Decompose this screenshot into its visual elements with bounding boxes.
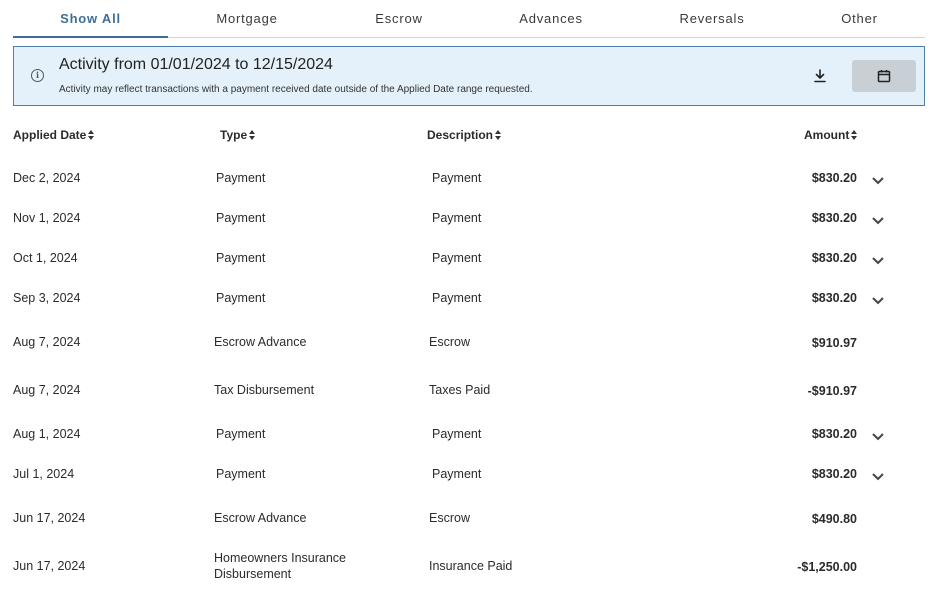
info-icon: i (31, 69, 44, 82)
row-amount: $830.20 (811, 211, 857, 225)
column-header-amount-label: Amount (804, 128, 850, 142)
row-description: Payment (432, 251, 482, 265)
row-date: Dec 2, 2024 (13, 171, 81, 185)
chevron-down-icon[interactable] (871, 296, 885, 306)
row-description: Payment (432, 211, 482, 225)
row-amount: $910.97 (811, 336, 857, 350)
row-description: Payment (432, 171, 482, 185)
row-amount: $830.20 (811, 251, 857, 265)
row-amount: $830.20 (811, 427, 857, 441)
row-date: Nov 1, 2024 (13, 211, 81, 225)
tab-reversals[interactable]: Reversals (630, 0, 794, 37)
row-date: Aug 7, 2024 (13, 383, 81, 397)
column-header-applied-date[interactable]: Applied Date (13, 128, 95, 142)
column-header-type[interactable]: Type (220, 128, 256, 142)
activity-range-note: Activity may reflect transactions with a… (59, 84, 533, 95)
column-header-applied-date-label: Applied Date (13, 128, 87, 142)
row-date: Aug 1, 2024 (13, 427, 81, 441)
tab-show-all[interactable]: Show All (13, 0, 168, 38)
download-button[interactable] (805, 61, 835, 91)
chevron-down-icon[interactable] (871, 432, 885, 442)
row-type: Payment (216, 171, 266, 185)
row-type: Payment (216, 251, 266, 265)
row-date: Jun 17, 2024 (13, 559, 86, 573)
row-description: Escrow (429, 511, 470, 525)
activity-range-banner: i Activity from 01/01/2024 to 12/15/2024… (13, 46, 925, 106)
row-type: Payment (216, 211, 266, 225)
row-amount: -$1,250.00 (797, 560, 857, 574)
row-type: Payment (216, 291, 266, 305)
sort-icon (495, 130, 502, 140)
row-description: Taxes Paid (429, 383, 491, 397)
sort-icon (88, 130, 95, 140)
row-type: Tax Disbursement (214, 383, 315, 397)
row-type: Homeowners Insurance Disbursement (214, 551, 347, 581)
row-description: Payment (432, 427, 482, 441)
row-description: Insurance Paid (429, 559, 513, 573)
tab-other[interactable]: Other (794, 0, 925, 37)
row-amount: $490.80 (811, 512, 857, 526)
sort-icon (249, 130, 256, 140)
row-date: Jun 17, 2024 (13, 511, 86, 525)
row-date: Oct 1, 2024 (13, 251, 78, 265)
row-amount: -$910.97 (807, 384, 857, 398)
column-header-description-label: Description (427, 128, 494, 142)
row-amount: $830.20 (811, 291, 857, 305)
calendar-icon (877, 70, 891, 83)
activity-tabs: Show All Mortgage Escrow Advances Revers… (13, 0, 925, 38)
tab-mortgage[interactable]: Mortgage (168, 0, 326, 37)
row-description: Payment (432, 467, 482, 481)
row-type: Escrow Advance (214, 335, 307, 349)
row-amount: $830.20 (811, 467, 857, 481)
loan-activity-page: Show All Mortgage Escrow Advances Revers… (0, 0, 938, 600)
row-type: Payment (216, 427, 266, 441)
row-amount: $830.20 (811, 171, 857, 185)
row-type: Payment (216, 467, 266, 481)
column-header-amount[interactable]: Amount (804, 128, 858, 142)
activity-range-title: Activity from 01/01/2024 to 12/15/2024 (59, 56, 333, 73)
sort-icon (851, 130, 858, 140)
download-icon (814, 69, 826, 83)
row-date: Sep 3, 2024 (13, 291, 81, 305)
tab-escrow[interactable]: Escrow (326, 0, 472, 37)
column-header-type-label: Type (220, 128, 248, 142)
chevron-down-icon[interactable] (871, 216, 885, 226)
row-description: Payment (432, 291, 482, 305)
row-description: Escrow (429, 335, 470, 349)
calendar-button[interactable] (852, 60, 916, 92)
chevron-down-icon[interactable] (871, 176, 885, 186)
chevron-down-icon[interactable] (871, 256, 885, 266)
tab-advances[interactable]: Advances (472, 0, 630, 37)
chevron-down-icon[interactable] (871, 472, 885, 482)
column-header-description[interactable]: Description (427, 128, 502, 142)
row-type: Escrow Advance (214, 511, 307, 525)
row-date: Aug 7, 2024 (13, 335, 81, 349)
row-date: Jul 1, 2024 (13, 467, 75, 481)
